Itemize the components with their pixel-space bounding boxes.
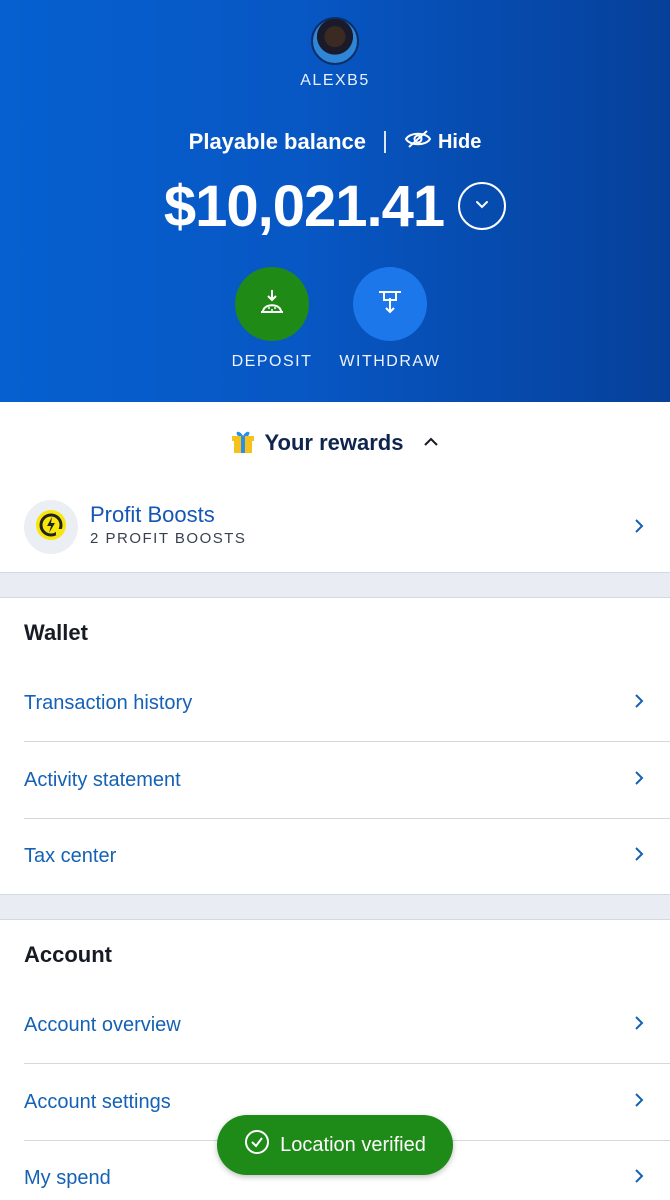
deposit-button[interactable]: DEPOSIT	[207, 267, 337, 371]
rewards-title: Your rewards	[264, 430, 404, 455]
balance-header: ALEXB5 Playable balance Hide $10,021.41	[0, 0, 670, 402]
username: ALEXB5	[300, 72, 370, 89]
divider	[383, 131, 386, 153]
menu-item-label: Tax center	[24, 845, 117, 867]
withdraw-icon	[376, 288, 404, 321]
section-divider	[0, 894, 670, 920]
withdraw-button[interactable]: WITHDRAW	[325, 267, 455, 371]
balance-row: $10,021.41	[0, 170, 670, 242]
chevron-up-icon	[423, 434, 439, 452]
menu-item-label: My spend	[24, 1167, 111, 1189]
withdraw-circle[interactable]	[353, 267, 427, 341]
gift-icon	[231, 428, 255, 459]
section-divider	[0, 572, 670, 598]
toast-label: Location verified	[280, 1133, 426, 1156]
profit-boosts-count: 2 PROFIT BOOSTS	[90, 530, 247, 547]
withdraw-label: WITHDRAW	[339, 353, 441, 370]
profit-boost-icon	[34, 508, 68, 547]
hide-balance-button[interactable]: Hide	[404, 129, 481, 155]
chevron-down-icon	[474, 197, 490, 215]
avatar[interactable]	[311, 17, 359, 65]
menu-item-label: Activity statement	[24, 769, 181, 791]
balance-label: Playable balance	[188, 129, 366, 154]
menu-item-activity-statement[interactable]: Activity statement	[0, 742, 670, 818]
eye-off-icon	[404, 129, 432, 155]
menu-item-label: Account settings	[24, 1091, 171, 1113]
menu-item-label: Account overview	[24, 1014, 181, 1036]
menu-item-account-overview[interactable]: Account overview	[0, 987, 670, 1063]
menu-item-label: Transaction history	[24, 692, 193, 714]
profit-boosts-row[interactable]: Profit Boosts 2 PROFIT BOOSTS	[0, 492, 670, 572]
balance-label-row: Playable balance Hide	[0, 127, 670, 157]
chevron-right-icon	[634, 518, 644, 539]
chevron-right-icon	[634, 1168, 644, 1189]
chevron-right-icon	[634, 1015, 644, 1036]
account-title: Account	[24, 942, 112, 967]
check-circle-icon	[244, 1129, 270, 1161]
profit-boost-icon-wrap	[24, 500, 78, 554]
deposit-label: DEPOSIT	[231, 353, 313, 370]
hide-label: Hide	[437, 130, 482, 153]
balance-details-button[interactable]	[458, 182, 507, 230]
profit-boosts-title: Profit Boosts	[90, 502, 215, 527]
location-verified-toast[interactable]: Location verified	[217, 1115, 453, 1175]
chevron-right-icon	[634, 846, 644, 867]
balance-amount: $10,021.41	[163, 173, 445, 239]
deposit-icon	[258, 288, 286, 321]
wallet-title: Wallet	[24, 620, 88, 645]
menu-item-transaction-history[interactable]: Transaction history	[0, 665, 670, 741]
chevron-right-icon	[634, 770, 644, 791]
chevron-right-icon	[634, 693, 644, 714]
deposit-circle[interactable]	[235, 267, 309, 341]
chevron-right-icon	[634, 1092, 644, 1113]
rewards-toggle[interactable]: Your rewards	[0, 402, 670, 484]
menu-item-tax-center[interactable]: Tax center	[0, 818, 670, 894]
